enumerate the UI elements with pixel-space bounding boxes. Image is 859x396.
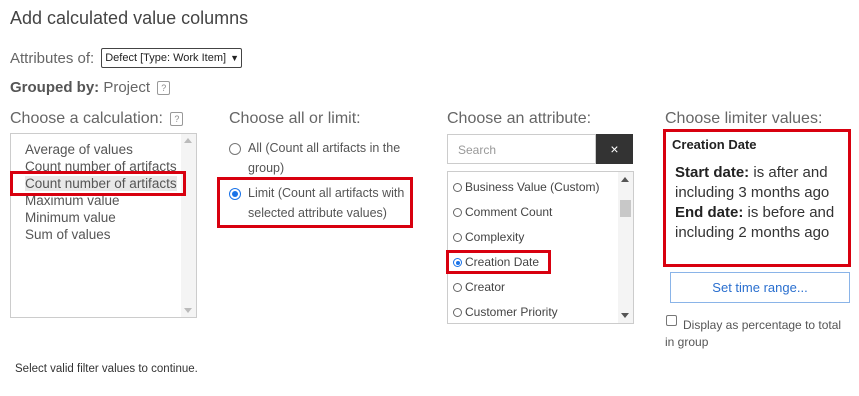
attribute-option-label: Business Value (Custom) xyxy=(465,180,600,194)
grouped-by-label: Grouped by: xyxy=(10,79,100,96)
limit-heading: Choose all or limit: xyxy=(229,110,361,127)
radio-icon[interactable] xyxy=(453,208,462,217)
attribute-option-label: Creator xyxy=(465,280,506,294)
radio-icon[interactable] xyxy=(453,233,462,242)
scrollbar-thumb[interactable] xyxy=(620,200,631,217)
limiter-heading: Choose limiter values: xyxy=(665,110,823,127)
grouped-by-value: Project xyxy=(103,79,151,96)
attributes-of-selected-value: Defect [Type: Work Item] xyxy=(105,52,227,64)
attribute-heading: Choose an attribute: xyxy=(447,110,592,127)
validation-message: Select valid filter values to continue. xyxy=(15,363,198,375)
calculation-option[interactable]: Average of values xyxy=(25,142,133,157)
calculation-option[interactable]: Sum of values xyxy=(25,227,111,242)
scroll-up-icon[interactable] xyxy=(621,177,629,182)
highlight-box xyxy=(217,177,413,228)
percentage-checkbox[interactable] xyxy=(666,315,677,326)
attribute-option[interactable]: Business Value (Custom) xyxy=(453,180,600,194)
highlight-box xyxy=(10,171,186,196)
all-option-line1: All (Count all artifacts in the xyxy=(248,141,401,155)
attributes-of-label: Attributes of: xyxy=(10,49,95,67)
calculation-heading: Choose a calculation: ? xyxy=(10,110,184,128)
help-icon[interactable]: ? xyxy=(157,81,171,95)
chevron-down-icon: ▼ xyxy=(230,53,239,63)
attribute-option[interactable]: Complexity xyxy=(453,230,524,244)
calculation-scrollbar[interactable] xyxy=(181,134,196,317)
radio-icon[interactable] xyxy=(453,283,462,292)
grouped-by-row: Grouped by: Project ? xyxy=(10,79,171,96)
page-title: Add calculated value columns xyxy=(10,8,249,28)
attribute-option-label: Customer Priority xyxy=(465,305,558,319)
attribute-option-label: Comment Count xyxy=(465,205,553,219)
percentage-label-line1: Display as percentage to total xyxy=(683,318,842,332)
all-option-label[interactable]: All (Count all artifacts in the group) xyxy=(248,138,400,178)
all-radio[interactable] xyxy=(229,143,241,155)
end-date-label: End date: xyxy=(675,204,744,221)
attribute-option[interactable]: Customer Priority xyxy=(453,305,558,319)
radio-icon[interactable] xyxy=(453,183,462,192)
calculation-listbox[interactable]: Average of values Count number of artifa… xyxy=(10,133,197,318)
calculation-heading-label: Choose a calculation: xyxy=(10,110,163,127)
clear-search-button[interactable]: × xyxy=(596,134,633,164)
all-option-line2: group) xyxy=(248,161,285,175)
attribute-option[interactable]: Creator xyxy=(453,280,505,294)
attribute-search-input[interactable]: Search xyxy=(447,134,596,164)
attribute-scrollbar[interactable] xyxy=(618,172,633,323)
help-icon[interactable]: ? xyxy=(170,112,184,126)
scroll-down-icon[interactable] xyxy=(184,308,192,313)
limiter-title: Creation Date xyxy=(672,137,757,152)
attributes-of-row: Attributes of: Defect [Type: Work Item] … xyxy=(10,48,242,68)
attribute-option[interactable]: Comment Count xyxy=(453,205,552,219)
attribute-list[interactable]: Business Value (Custom) Comment Count Co… xyxy=(447,171,634,324)
attribute-option-label: Complexity xyxy=(465,230,525,244)
highlight-box xyxy=(446,250,551,274)
percentage-label-line2: in group xyxy=(665,335,709,349)
scroll-up-icon[interactable] xyxy=(184,138,192,143)
set-time-range-button[interactable]: Set time range... xyxy=(670,272,850,303)
radio-icon[interactable] xyxy=(453,308,462,317)
calculation-option[interactable]: Minimum value xyxy=(25,210,116,225)
attributes-of-select[interactable]: Defect [Type: Work Item] ▼ xyxy=(101,48,242,68)
scroll-down-icon[interactable] xyxy=(621,313,629,318)
start-date-label: Start date: xyxy=(675,164,750,181)
limiter-summary: Start date: is after and including 3 mon… xyxy=(675,163,847,243)
